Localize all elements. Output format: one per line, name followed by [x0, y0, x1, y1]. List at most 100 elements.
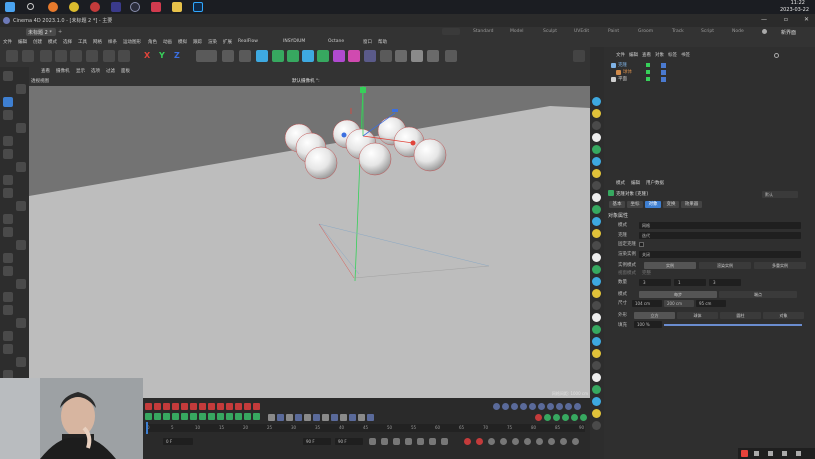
instance-mode-option[interactable]: 多重实例 — [754, 262, 806, 269]
layout-tab[interactable]: Node — [732, 29, 744, 34]
om-menu-item[interactable]: 对象 — [655, 52, 664, 58]
left-tool-icon[interactable] — [3, 266, 13, 276]
layout-tab[interactable]: Model — [510, 29, 524, 34]
key-tool-icon[interactable] — [277, 414, 284, 421]
object-row[interactable]: 球体 — [606, 69, 813, 75]
left-tool-icon[interactable] — [3, 253, 13, 263]
layout-tab[interactable]: UVEdit — [574, 29, 589, 34]
tab-2[interactable]: 坐标 — [627, 201, 643, 208]
viewport-scene[interactable] — [29, 86, 590, 398]
left-tool-icon[interactable] — [16, 201, 26, 211]
cinema4d-icon[interactable] — [130, 2, 140, 12]
first-frame-icon[interactable] — [369, 438, 376, 445]
right-strip-icon[interactable] — [592, 421, 601, 430]
left-tool-icon[interactable] — [3, 214, 13, 224]
browser-icon[interactable] — [48, 2, 58, 12]
left-tool-icon[interactable] — [3, 136, 13, 146]
bend-icon[interactable] — [427, 50, 439, 62]
menu-item[interactable]: 模拟 — [178, 39, 187, 45]
key-tool-icon[interactable] — [331, 414, 338, 421]
key-tool-icon[interactable] — [349, 414, 356, 421]
key-tool-icon[interactable] — [253, 413, 260, 420]
object-tool-icon[interactable] — [348, 50, 360, 62]
viewport-menu-item[interactable]: 查看 — [41, 68, 50, 74]
shape-option[interactable]: 球体 — [677, 312, 718, 319]
tab-4[interactable]: 变换 — [663, 201, 679, 208]
size-field[interactable]: 95 cm — [696, 300, 726, 307]
folder-icon[interactable] — [172, 2, 182, 12]
layout-tab[interactable]: Sculpt — [543, 29, 557, 34]
minimize-button[interactable]: — — [761, 16, 767, 23]
left-tool-icon[interactable] — [3, 331, 13, 341]
left-tool-icon[interactable] — [16, 318, 26, 328]
app-icon[interactable] — [111, 2, 121, 12]
key-tool-icon[interactable] — [199, 413, 206, 420]
end-frame2-field[interactable]: 90 F — [335, 438, 363, 445]
visibility-check-icon[interactable] — [646, 77, 650, 81]
mode-option[interactable]: 端点 — [719, 291, 797, 298]
left-tool-icon[interactable] — [3, 292, 13, 302]
left-tool-icon[interactable] — [16, 357, 26, 367]
key-tool-icon[interactable] — [154, 413, 161, 420]
left-tool-icon[interactable] — [16, 162, 26, 172]
tool-icon[interactable] — [6, 50, 18, 62]
menu-item[interactable]: 扩展 — [223, 39, 232, 45]
size-field[interactable]: 200 cm — [664, 300, 694, 307]
clock-time[interactable]: 11:22 — [791, 0, 805, 6]
right-strip-icon[interactable] — [592, 157, 601, 166]
attr-menu-item[interactable]: 编辑 — [631, 180, 640, 186]
key-tool-icon[interactable] — [235, 403, 242, 410]
mode-option[interactable]: 每步 — [639, 291, 717, 298]
timeline-icon[interactable] — [524, 438, 531, 445]
panel-toggle-icon[interactable] — [573, 50, 585, 62]
menu-item[interactable]: 渲染 — [208, 39, 217, 45]
current-frame-field[interactable]: 0 F — [163, 438, 193, 445]
key-tool-icon[interactable] — [181, 403, 188, 410]
render-icon[interactable] — [222, 50, 234, 62]
record-icon[interactable] — [464, 438, 471, 445]
menu-item[interactable]: 运动图形 — [123, 39, 141, 45]
key-tool-icon[interactable] — [208, 413, 215, 420]
right-strip-icon[interactable] — [592, 109, 601, 118]
3d-viewport[interactable]: 网格间距: 1000 cm — [29, 86, 590, 398]
viewport-menu-item[interactable]: 过滤 — [106, 68, 115, 74]
key-tool-icon[interactable] — [145, 413, 152, 420]
key-tool-icon[interactable] — [286, 414, 293, 421]
tool-icon[interactable] — [574, 403, 581, 410]
photoshop-icon[interactable] — [193, 2, 203, 12]
tool-icon[interactable] — [511, 403, 518, 410]
attr-dropdown[interactable]: 网格 — [639, 222, 801, 229]
key-tool-icon[interactable] — [304, 414, 311, 421]
tool-icon[interactable] — [544, 414, 551, 421]
left-tool-icon[interactable] — [16, 123, 26, 133]
key-tool-icon[interactable] — [322, 414, 329, 421]
tool-icon[interactable] — [556, 403, 563, 410]
left-tool-icon[interactable] — [3, 175, 13, 185]
menu-item[interactable]: Octane — [328, 39, 344, 44]
next-frame-icon[interactable] — [417, 438, 424, 445]
key-tool-icon[interactable] — [190, 413, 197, 420]
key-tool-icon[interactable] — [295, 414, 302, 421]
param-icon[interactable] — [572, 438, 579, 445]
key-tool-icon[interactable] — [163, 403, 170, 410]
menu-item[interactable]: 角色 — [148, 39, 157, 45]
tool-icon[interactable] — [529, 403, 536, 410]
object-tool-icon[interactable] — [395, 50, 407, 62]
key-tool-icon[interactable] — [340, 414, 347, 421]
right-strip-icon[interactable] — [592, 229, 601, 238]
right-strip-icon[interactable] — [592, 265, 601, 274]
object-tool-icon[interactable] — [302, 50, 314, 62]
last-frame-icon[interactable] — [441, 438, 448, 445]
key-tool-icon[interactable] — [235, 413, 242, 420]
om-menu-item[interactable]: 书签 — [681, 52, 690, 58]
left-tool-icon[interactable] — [3, 149, 13, 159]
next-key-icon[interactable] — [429, 438, 436, 445]
windows-start-icon[interactable] — [5, 2, 15, 12]
fill-field[interactable]: 100 % — [634, 321, 662, 328]
menu-item[interactable]: RealFlow — [238, 39, 258, 44]
layout-tab[interactable]: Groom — [638, 29, 653, 34]
right-strip-icon[interactable] — [592, 409, 601, 418]
ime-icon[interactable] — [741, 450, 748, 457]
right-strip-icon[interactable] — [592, 361, 601, 370]
size-field[interactable]: 104 cm — [632, 300, 662, 307]
